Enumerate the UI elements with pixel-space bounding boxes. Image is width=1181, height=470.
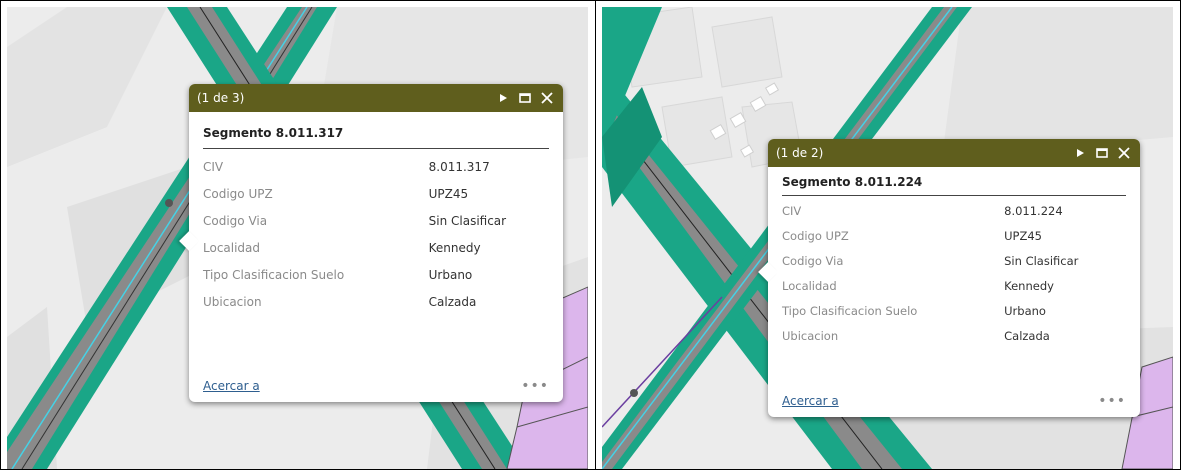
attribute-key: Tipo Clasificacion Suelo	[782, 304, 918, 318]
attribute-key: CIV	[782, 204, 802, 218]
attribute-value: Calzada	[428, 295, 477, 309]
popup-footer: Acercar a •••	[782, 393, 1126, 409]
next-feature-button[interactable]	[495, 90, 511, 106]
attribute-key: Codigo Via	[782, 254, 844, 268]
popup-header: (1 de 2)	[768, 139, 1140, 167]
popup-footer: Acercar a •••	[203, 378, 549, 394]
x-close-icon	[541, 92, 553, 104]
feature-count-label: (1 de 3)	[197, 91, 245, 105]
attribute-key: Ubicacion	[203, 295, 262, 309]
attribute-row: Codigo Via Sin Clasificar	[203, 211, 549, 238]
attribute-key: Codigo Via	[203, 214, 268, 228]
attribute-value: Sin Clasificar	[428, 214, 507, 228]
attribute-row: Codigo UPZ UPZ45	[782, 227, 1126, 252]
maximize-button[interactable]	[1094, 145, 1110, 161]
zoom-to-link[interactable]: Acercar a	[782, 394, 839, 408]
attribute-row: Codigo Via Sin Clasificar	[782, 252, 1126, 277]
attribute-table: CIV 8.011.317 Codigo UPZ UPZ45 Codigo Via S…	[203, 157, 549, 319]
attribute-value: Kennedy	[1004, 279, 1054, 293]
attribute-value: UPZ45	[1004, 229, 1042, 243]
next-feature-button[interactable]	[1072, 145, 1088, 161]
close-button[interactable]	[1116, 145, 1132, 161]
attribute-value: Urbano	[1004, 304, 1046, 318]
x-close-icon	[1118, 147, 1130, 159]
attribute-value: 8.011.317	[428, 160, 490, 174]
screenshot-frame: (1 de 3) Segmento 8.011.317 CIV 8.011.317…	[0, 0, 1181, 470]
zoom-to-link[interactable]: Acercar a	[203, 379, 260, 393]
feature-count-label: (1 de 2)	[776, 146, 824, 160]
play-triangle-icon	[500, 94, 507, 102]
maximize-button[interactable]	[517, 90, 533, 106]
attribute-table: CIV 8.011.224 Codigo UPZ UPZ45 Codigo Via S…	[782, 202, 1126, 352]
square-outline-icon	[519, 93, 531, 103]
popup-body: Segmento 8.011.317 CIV 8.011.317 Codigo U…	[189, 112, 563, 319]
attribute-key: Codigo UPZ	[203, 187, 273, 201]
attribute-value: Sin Clasificar	[1004, 254, 1079, 268]
panel-divider	[595, 1, 596, 469]
attribute-row: Ubicacion Calzada	[203, 292, 549, 319]
attribute-row: Localidad Kennedy	[782, 277, 1126, 302]
popup-body: Segmento 8.011.224 CIV 8.011.224 Codigo U…	[768, 167, 1140, 352]
attribute-row: CIV 8.011.317	[203, 157, 549, 184]
attribute-row: Codigo UPZ UPZ45	[203, 184, 549, 211]
popup-header: (1 de 3)	[189, 84, 563, 112]
close-button[interactable]	[539, 90, 555, 106]
attribute-value: Urbano	[428, 268, 473, 282]
attribute-key: Ubicacion	[782, 329, 839, 343]
attribute-key: Localidad	[203, 241, 261, 255]
more-options-icon[interactable]: •••	[1098, 393, 1126, 409]
attribute-value: Calzada	[1004, 329, 1050, 343]
popup-title: Segmento 8.011.317	[203, 120, 549, 149]
popup-title: Segmento 8.011.224	[782, 171, 1126, 196]
map-view-left[interactable]: (1 de 3) Segmento 8.011.317 CIV 8.011.317…	[7, 7, 588, 469]
attribute-value: Kennedy	[428, 241, 481, 255]
attribute-row: Localidad Kennedy	[203, 238, 549, 265]
attribute-row: Ubicacion Calzada	[782, 327, 1126, 352]
attribute-key: Localidad	[782, 279, 837, 293]
attribute-key: CIV	[203, 160, 224, 174]
play-triangle-icon	[1077, 149, 1084, 157]
more-options-icon[interactable]: •••	[521, 378, 549, 394]
attribute-row: Tipo Clasificacion Suelo Urbano	[782, 302, 1126, 327]
attribute-key: Tipo Clasificacion Suelo	[203, 268, 345, 282]
attribute-value: UPZ45	[428, 187, 469, 201]
square-outline-icon	[1096, 148, 1108, 158]
attribute-row: Tipo Clasificacion Suelo Urbano	[203, 265, 549, 292]
attribute-value: 8.011.224	[1004, 204, 1063, 218]
attribute-key: Codigo UPZ	[782, 229, 849, 243]
attribute-row: CIV 8.011.224	[782, 202, 1126, 227]
info-popup: (1 de 2) Segmento 8.011.224 CIV 8.011.224…	[758, 139, 1140, 417]
map-view-right[interactable]: (1 de 2) Segmento 8.011.224 CIV 8.011.224…	[602, 7, 1173, 469]
info-popup: (1 de 3) Segmento 8.011.317 CIV 8.011.317…	[179, 84, 563, 402]
